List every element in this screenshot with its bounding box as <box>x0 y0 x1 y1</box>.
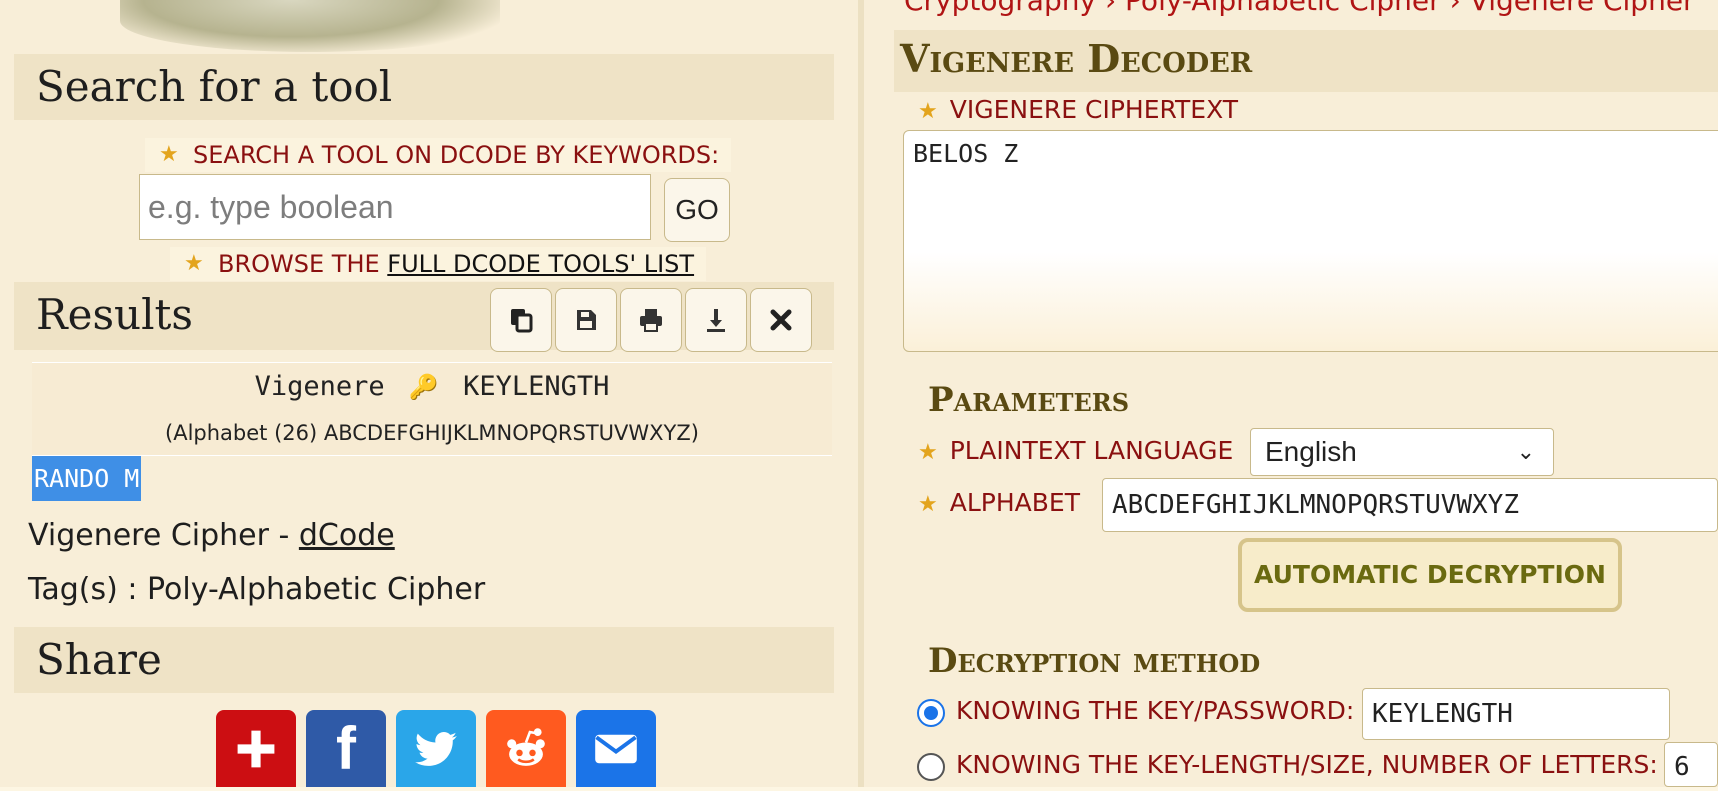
ciphertext-input[interactable]: BELOS Z <box>903 130 1718 352</box>
decoder-header: Vigenere Decoder <box>894 30 1718 92</box>
share-plus-button[interactable] <box>216 710 296 787</box>
parameters-title: Parameters <box>928 380 1130 420</box>
share-twitter-button[interactable] <box>396 710 476 787</box>
facebook-icon: f <box>336 714 356 782</box>
star-icon: ★ <box>918 99 938 124</box>
tags-line: Tag(s) : Poly-Alphabetic Cipher <box>28 572 486 607</box>
search-input[interactable]: e.g. type boolean <box>139 174 651 240</box>
plus-icon <box>237 730 275 767</box>
decoder-title: Vigenere Decoder <box>900 36 1253 81</box>
download-button[interactable] <box>685 288 747 352</box>
language-select[interactable]: English ⌄ <box>1250 428 1554 476</box>
decoder-panel: Cryptography › Poly-Alphabetic Cipher › … <box>864 0 1718 787</box>
dcode-link[interactable]: dCode <box>299 518 395 553</box>
method-title: Decryption method <box>928 641 1261 681</box>
radio-dot <box>924 706 938 720</box>
left-sidebar: Search for a tool ★ SEARCH A TOOL ON DCO… <box>0 0 858 787</box>
share-reddit-button[interactable] <box>486 710 566 787</box>
browse-tools-row: ★ BROWSE THE FULL DCODE TOOLS' LIST <box>170 247 707 281</box>
key-input[interactable]: KEYLENGTH <box>1362 688 1670 740</box>
copy-icon <box>511 309 533 333</box>
go-button[interactable]: GO <box>664 178 730 242</box>
result-output[interactable]: RANDO M <box>32 456 142 501</box>
print-icon <box>640 309 662 332</box>
clear-button[interactable] <box>750 288 812 352</box>
hero-image <box>120 0 500 52</box>
star-icon: ★ <box>184 251 204 276</box>
source-line: Vigenere Cipher - dCode <box>28 518 395 553</box>
star-icon: ★ <box>918 492 938 517</box>
share-facebook-button[interactable]: f <box>306 710 386 787</box>
reddit-icon <box>507 727 545 766</box>
method-keylength-label: KNOWING THE KEY-LENGTH/SIZE, NUMBER OF L… <box>956 750 1658 779</box>
save-icon <box>577 310 596 330</box>
mail-icon <box>595 734 637 763</box>
copy-button[interactable] <box>490 288 552 352</box>
key-icon: 🔑 <box>408 373 439 401</box>
language-label: ★ PLAINTEXT LANGUAGE <box>918 436 1234 465</box>
alphabet-input[interactable]: ABCDEFGHIJKLMNOPQRSTUVWXYZ <box>1102 478 1718 532</box>
keylength-input[interactable]: 6 <box>1664 742 1718 787</box>
share-heading: Share <box>36 635 162 684</box>
save-button[interactable] <box>555 288 617 352</box>
method-key-label: KNOWING THE KEY/PASSWORD: <box>956 696 1355 725</box>
browse-prefix: BROWSE THE <box>218 250 388 278</box>
automatic-decryption-button[interactable]: AUTOMATIC DECRYPTION <box>1238 538 1622 612</box>
search-section-header: Search for a tool <box>14 54 834 120</box>
download-icon <box>707 309 725 332</box>
results-heading: Results <box>36 290 193 339</box>
search-keywords-label: ★ SEARCH A TOOL ON DCODE BY KEYWORDS: <box>145 138 732 172</box>
result-subtitle: (Alphabet (26) ABCDEFGHIJKLMNOPQRSTUVWXY… <box>165 421 699 445</box>
breadcrumb[interactable]: Cryptography › Poly-Alphabetic Cipher › … <box>904 0 1695 17</box>
share-section-header: Share <box>14 627 834 693</box>
result-title: Vigenere 🔑 KEYLENGTH <box>254 371 610 402</box>
chevron-down-icon: ⌄ <box>1516 439 1535 464</box>
search-heading: Search for a tool <box>36 62 393 111</box>
twitter-icon <box>415 731 457 766</box>
ciphertext-label: ★ VIGENERE CIPHERTEXT <box>918 95 1239 124</box>
alphabet-label: ★ ALPHABET <box>918 488 1080 517</box>
radio-knowing-keylength[interactable] <box>917 753 945 781</box>
print-button[interactable] <box>620 288 682 352</box>
close-icon <box>770 309 792 331</box>
star-icon: ★ <box>918 440 938 465</box>
result-header-box: Vigenere 🔑 KEYLENGTH (Alphabet (26) ABCD… <box>32 362 832 456</box>
full-tools-list-link[interactable]: FULL DCODE TOOLS' LIST <box>387 250 694 278</box>
star-icon: ★ <box>159 142 179 167</box>
radio-knowing-key[interactable] <box>917 699 945 727</box>
share-mail-button[interactable] <box>576 710 656 787</box>
